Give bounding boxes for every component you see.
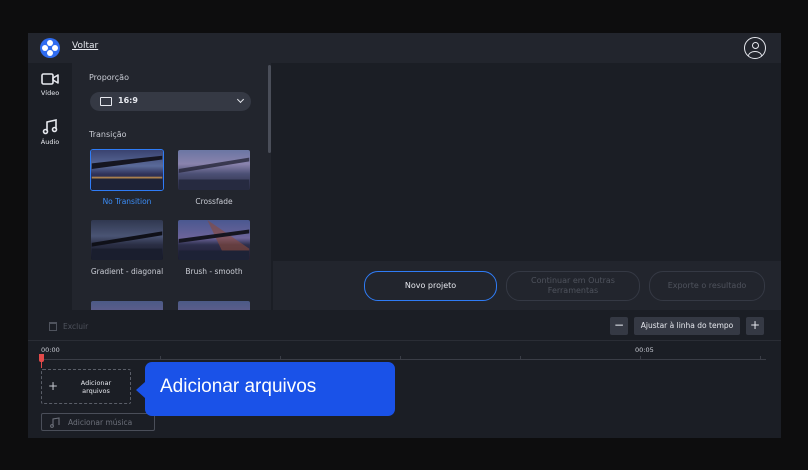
transition-label: Gradient - diagonal — [90, 267, 164, 276]
transition-label: Crossfade — [195, 197, 233, 206]
transition-label: No Transition — [102, 197, 152, 206]
continue-in-other-tools-button[interactable]: Continuar em Outras Ferramentas — [506, 271, 640, 301]
transition-thumbnail-partial[interactable] — [177, 300, 251, 310]
add-music-button[interactable]: Adicionar música — [41, 413, 155, 431]
rail-item-audio[interactable]: Áudio — [28, 119, 72, 163]
rail-item-audio-label: Áudio — [40, 138, 60, 146]
aspect-ratio-heading: Proporção — [89, 73, 129, 82]
settings-panel: Proporção 16:9 Transição No Transition C… — [72, 63, 271, 310]
zoom-in-button[interactable]: + — [746, 317, 764, 335]
transition-crossfade[interactable]: Crossfade — [177, 149, 251, 207]
transition-thumbnail — [177, 149, 251, 191]
time-label-mid: 00:05 — [635, 346, 654, 354]
transition-thumbnail — [90, 219, 164, 261]
timeline-toolbar: Excluir − Ajustar à linha do tempo + — [28, 312, 781, 341]
trash-icon — [49, 321, 57, 331]
delete-label: Excluir — [63, 321, 89, 331]
timeline-ruler[interactable]: 00:00 00:05 — [40, 344, 766, 360]
chevron-down-icon — [236, 95, 245, 104]
video-camera-icon — [41, 73, 59, 85]
transition-label: Brush - smooth — [185, 267, 243, 276]
back-link[interactable]: Voltar — [72, 41, 98, 51]
transition-thumbnail — [177, 300, 251, 310]
transition-gradient-diagonal[interactable]: Gradient - diagonal — [90, 219, 164, 277]
video-editor-app: Voltar Vídeo Áudio Proporção 16:9 Transi… — [28, 33, 781, 438]
rail-item-video[interactable]: Vídeo — [28, 72, 72, 116]
transition-heading: Transição — [89, 130, 127, 139]
transition-no-transition[interactable]: No Transition — [90, 149, 164, 207]
transition-thumbnail — [90, 149, 164, 191]
music-note-icon — [42, 119, 58, 135]
add-music-label: Adicionar música — [68, 417, 133, 427]
screen-ratio-icon — [100, 97, 112, 106]
transition-thumbnail — [90, 300, 164, 310]
transition-thumbnail — [177, 219, 251, 261]
user-account-icon[interactable] — [744, 37, 766, 59]
add-files-label: Adicionar arquivos — [80, 379, 112, 395]
music-file-icon — [50, 416, 60, 428]
add-files-tooltip: Adicionar arquivos — [136, 362, 395, 416]
aspect-ratio-select[interactable]: 16:9 — [90, 92, 251, 111]
zoom-out-button[interactable]: − — [610, 317, 628, 335]
plus-icon: + — [48, 379, 59, 393]
delete-button[interactable]: Excluir — [45, 317, 96, 335]
tooltip-text: Adicionar arquivos — [160, 376, 317, 397]
fit-to-timeline-button[interactable]: Ajustar à linha do tempo — [634, 317, 740, 335]
app-logo-icon[interactable] — [40, 38, 60, 58]
rail-item-video-label: Vídeo — [40, 89, 60, 97]
transition-brush-smooth[interactable]: Brush - smooth — [177, 219, 251, 277]
left-rail: Vídeo Áudio — [28, 63, 72, 310]
aspect-ratio-value: 16:9 — [118, 96, 138, 105]
new-project-button[interactable]: Novo projeto — [364, 271, 497, 301]
time-label-start: 00:00 — [41, 346, 60, 354]
action-bar: Novo projeto Continuar em Outras Ferrame… — [273, 261, 781, 310]
video-preview-area — [273, 63, 781, 261]
transition-thumbnail-partial[interactable] — [90, 300, 164, 310]
top-bar: Voltar — [28, 33, 781, 63]
panel-scrollbar[interactable] — [268, 65, 271, 153]
add-files-button[interactable]: + Adicionar arquivos — [41, 369, 131, 404]
playhead-line — [41, 361, 42, 368]
export-result-button[interactable]: Exporte o resultado — [649, 271, 765, 301]
